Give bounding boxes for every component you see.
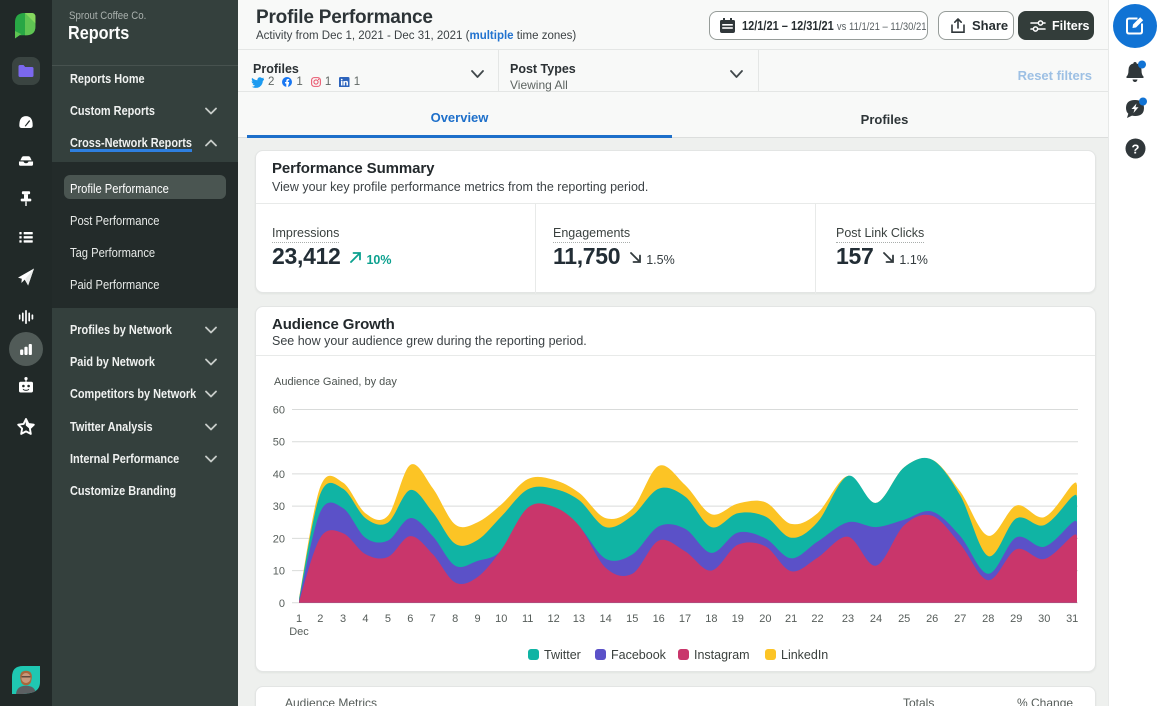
svg-text:4: 4: [362, 613, 368, 625]
svg-text:16: 16: [653, 613, 665, 625]
svg-text:19: 19: [732, 613, 744, 625]
svg-text:8: 8: [452, 613, 458, 625]
svg-text:21: 21: [785, 613, 797, 625]
svg-text:10: 10: [273, 566, 285, 578]
svg-text:27: 27: [954, 613, 966, 625]
svg-text:50: 50: [273, 437, 285, 449]
svg-text:18: 18: [705, 613, 717, 625]
svg-text:12: 12: [547, 613, 559, 625]
svg-text:11: 11: [522, 613, 533, 625]
svg-text:14: 14: [599, 613, 611, 625]
svg-text:6: 6: [407, 613, 413, 625]
svg-text:15: 15: [626, 613, 638, 625]
svg-text:2: 2: [317, 613, 323, 625]
svg-text:7: 7: [430, 613, 436, 625]
svg-text:26: 26: [926, 613, 938, 625]
svg-text:40: 40: [273, 469, 285, 481]
svg-text:22: 22: [811, 613, 823, 625]
svg-text:Dec: Dec: [289, 626, 309, 638]
svg-text:29: 29: [1010, 613, 1022, 625]
svg-text:Audience Gained, by day: Audience Gained, by day: [274, 376, 397, 388]
svg-text:24: 24: [870, 613, 882, 625]
svg-text:30: 30: [273, 501, 285, 513]
svg-text:0: 0: [279, 598, 285, 610]
svg-text:5: 5: [385, 613, 391, 625]
svg-text:30: 30: [1038, 613, 1050, 625]
svg-text:60: 60: [273, 405, 285, 417]
svg-text:1: 1: [296, 613, 302, 625]
svg-text:10: 10: [495, 613, 507, 625]
svg-text:20: 20: [273, 533, 285, 545]
svg-text:20: 20: [759, 613, 771, 625]
svg-text:Instagram: Instagram: [694, 648, 750, 662]
svg-text:13: 13: [573, 613, 585, 625]
svg-text:31: 31: [1066, 613, 1078, 625]
svg-text:3: 3: [340, 613, 346, 625]
svg-text:28: 28: [982, 613, 994, 625]
svg-text:?: ?: [1132, 142, 1140, 157]
svg-text:Facebook: Facebook: [611, 648, 667, 662]
svg-text:25: 25: [898, 613, 910, 625]
svg-text:9: 9: [475, 613, 481, 625]
svg-text:17: 17: [679, 613, 691, 625]
svg-text:LinkedIn: LinkedIn: [781, 648, 828, 662]
svg-text:23: 23: [842, 613, 854, 625]
svg-text:Twitter: Twitter: [544, 648, 581, 662]
